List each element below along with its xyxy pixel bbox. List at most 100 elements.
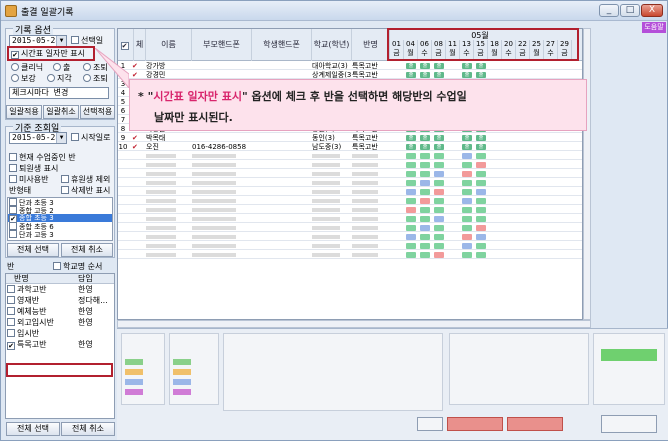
blurred-cell xyxy=(312,226,340,230)
start-day-checkbox[interactable]: 시작일로 xyxy=(71,133,110,143)
attendance-mark[interactable]: 출 xyxy=(462,144,472,150)
attendance-mark[interactable]: 출 xyxy=(420,63,430,69)
cell-name: 강가방 xyxy=(146,62,166,70)
radio-row1-a[interactable]: 클리닉 xyxy=(11,63,43,73)
class-row[interactable]: ✔ 특목고반 한영 xyxy=(6,339,114,350)
class-deselect-all-button[interactable]: 전체 취소 xyxy=(61,422,115,436)
grid-horizontal-scrollbar[interactable] xyxy=(117,320,591,328)
bottom-panel xyxy=(117,328,668,440)
class-row[interactable]: 영재반 정다해... xyxy=(6,295,114,306)
option-unused-class[interactable]: 미사용반 xyxy=(9,175,48,185)
blurred-cell xyxy=(192,244,236,248)
list-item[interactable]: 단과 초등 3 xyxy=(8,198,112,207)
attendance-mark[interactable]: 출 xyxy=(462,63,472,69)
class-row[interactable]: 예체능반 한영 xyxy=(6,306,114,317)
base-deselect-all-button[interactable]: 전체 취소 xyxy=(61,243,113,257)
attendance-mark[interactable]: 출 xyxy=(434,72,444,78)
blurred-cell xyxy=(352,217,378,221)
list-item[interactable]: 종합 고등 2 xyxy=(8,206,112,215)
attendance-mark[interactable]: 출 xyxy=(406,135,416,141)
attendance-mark xyxy=(420,189,430,195)
attendance-mark xyxy=(434,198,444,204)
option-current-class[interactable]: 현재 수업중인 반 xyxy=(9,153,76,163)
radio-row2-a[interactable]: 보강 xyxy=(11,74,36,84)
class-row[interactable]: 과학고반 한영 xyxy=(6,284,114,295)
list-item[interactable]: 종합 초등 6 xyxy=(8,222,112,231)
base-date-select[interactable]: 2015-05-28 ▼ xyxy=(9,132,67,144)
table-row[interactable]: 9 박목태 동인(3) 특목고반 ✔ 출 출 출 출 출 xyxy=(118,134,582,142)
attendance-mark[interactable]: 출 xyxy=(434,135,444,141)
blurred-button[interactable] xyxy=(417,417,443,431)
class-select-all-button[interactable]: 전체 선택 xyxy=(6,422,60,436)
list-item[interactable]: 단과 고등 3 xyxy=(8,230,112,239)
option-show-withdrawn[interactable]: 퇴원생 표시 xyxy=(9,164,58,174)
attendance-mark xyxy=(462,180,472,186)
attendance-mark xyxy=(434,216,444,222)
attendance-mark[interactable]: 출 xyxy=(406,63,416,69)
attendance-mark[interactable]: 출 xyxy=(476,63,486,69)
blurred-red-button[interactable] xyxy=(507,417,563,431)
list-item[interactable]: ✔ 종합 초등 3 xyxy=(8,214,112,223)
row-check-icon[interactable]: ✔ xyxy=(132,71,142,79)
maximize-button[interactable]: □ xyxy=(620,4,640,17)
attendance-mark[interactable]: 출 xyxy=(476,135,486,141)
attendance-mark[interactable]: 출 xyxy=(462,72,472,78)
blurred-row xyxy=(118,206,582,214)
blurred-row xyxy=(118,242,582,250)
blurred-cell xyxy=(146,253,176,257)
attendance-mark[interactable]: 출 xyxy=(476,144,486,150)
cell-school: 상계제일중(3) xyxy=(312,71,352,79)
class-row[interactable]: 외고입시반 한영 xyxy=(6,317,114,328)
blurred-cell xyxy=(312,181,340,185)
base-select-all-button[interactable]: 전체 선택 xyxy=(7,243,59,257)
attendance-mark[interactable]: 출 xyxy=(420,72,430,78)
attendance-mark[interactable]: 출 xyxy=(434,144,444,150)
grid-vertical-scrollbar[interactable] xyxy=(583,28,591,320)
show-deleted-class-checkbox[interactable]: 삭제반 표시 xyxy=(61,186,110,196)
color-swatch xyxy=(601,349,657,361)
callout-quote: 시간표 일자만 표시 xyxy=(153,90,242,103)
check-cancel-select[interactable]: 체크시마다 변경 xyxy=(9,87,109,99)
help-button[interactable]: 도움말 xyxy=(642,22,666,33)
row-check-icon[interactable]: ✔ xyxy=(132,62,142,70)
attendance-mark[interactable]: 출 xyxy=(420,144,430,150)
minimize-button[interactable]: _ xyxy=(599,4,619,17)
bulk-cancel-button[interactable]: 일괄취소 xyxy=(43,105,79,119)
attendance-mark[interactable]: 출 xyxy=(420,135,430,141)
row-check-icon[interactable]: ✔ xyxy=(132,134,142,142)
list-item-label: 종합 초등 3 xyxy=(19,214,54,222)
class-type-list[interactable]: 단과 초등 3 종합 고등 2 ✔ 종합 초등 3 종합 초등 6 단과 고등 3 xyxy=(7,197,113,241)
attendance-mark xyxy=(420,216,430,222)
attendance-mark[interactable]: 출 xyxy=(476,72,486,78)
option-exclude-suspended[interactable]: 휴원생 제외 xyxy=(61,175,110,185)
class-list-header: 반명 담임 xyxy=(6,274,114,284)
blurred-red-button[interactable] xyxy=(447,417,503,431)
attendance-mark xyxy=(476,243,486,249)
attendance-grid[interactable]: ✔ 체 이름 부모핸드폰 학생핸드폰 학교(학년) 반명 05월 01 금 04 월 0… xyxy=(117,28,583,320)
row-check-icon[interactable]: ✔ xyxy=(132,143,142,151)
blurred-button[interactable] xyxy=(601,415,657,433)
select-day-checkbox[interactable]: 선택일 xyxy=(71,36,103,46)
attendance-mark[interactable]: 출 xyxy=(406,144,416,150)
table-row[interactable]: 2강경민상계제일중(3)특목고반✔출출출출출 xyxy=(118,71,582,79)
checkbox-icon xyxy=(53,262,61,270)
radio-row2-b[interactable]: 지각 xyxy=(47,74,72,84)
attendance-mark[interactable]: 출 xyxy=(406,72,416,78)
radio-row1-b[interactable]: 출 xyxy=(53,63,70,73)
attendance-mark[interactable]: 출 xyxy=(462,135,472,141)
close-button[interactable]: X xyxy=(641,4,663,17)
option-label: 현재 수업중인 반 xyxy=(19,153,76,162)
school-order-checkbox[interactable]: 학교명 순서 xyxy=(53,262,102,272)
attendance-mark xyxy=(406,216,416,222)
table-row[interactable]: 10 오진 016-4286-0858 남도중(3) 특목고반 ✔ 출 출 출 출 출 xyxy=(118,143,582,151)
attendance-mark[interactable]: 출 xyxy=(434,63,444,69)
class-row[interactable]: 입시반 xyxy=(6,328,114,339)
table-row[interactable]: 1 강가방 대아학교(3) 특목고반 ✔ 출 출 출 출 출 xyxy=(118,62,582,70)
attendance-mark xyxy=(406,198,416,204)
cell-school: 동인(3) xyxy=(312,134,335,142)
class-list[interactable]: 반명 담임 과학고반 한영 영재반 정다해... 예체능반 한영 외고입시반 한영 입시반 ✔ 특목… xyxy=(5,273,115,419)
attendance-mark xyxy=(406,171,416,177)
bulk-apply-button[interactable]: 일괄적용 xyxy=(6,105,42,119)
selected-apply-button[interactable]: 선택적용 xyxy=(80,105,115,119)
start-day-label: 시작일로 xyxy=(81,133,111,142)
